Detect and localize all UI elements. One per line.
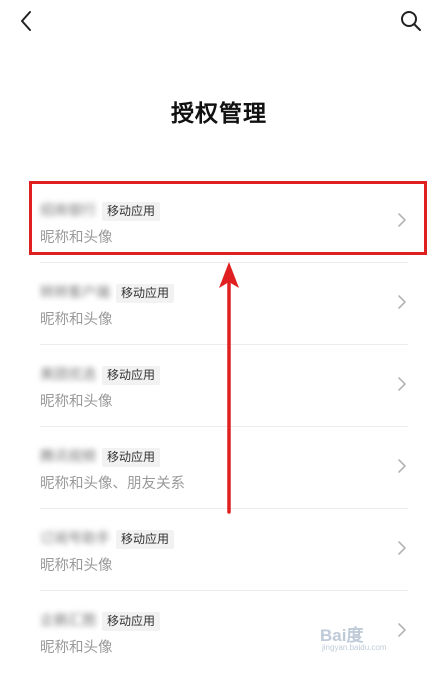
chevron-right-icon [398, 213, 406, 227]
page-title: 授权管理 [171, 101, 267, 127]
app-name: 订阅号助手 [40, 531, 110, 547]
app-type-tag: 移动应用 [116, 529, 175, 549]
app-type-tag: 移动应用 [116, 283, 175, 303]
app-row-header: 美团优选 移动应用 [40, 365, 161, 385]
chevron-right-icon [398, 623, 406, 637]
authorized-app-list: 招商银行 移动应用 昵称和头像 转转客户端 移动应用 昵称和头像 美团优选 移动… [0, 181, 438, 672]
search-button[interactable] [396, 6, 426, 36]
app-row-header: 腾讯视频 移动应用 [40, 447, 161, 467]
app-row-header: 企鹅汇图 移动应用 [40, 611, 161, 631]
app-name: 腾讯视频 [40, 449, 96, 465]
chevron-right-icon [398, 295, 406, 309]
app-name: 企鹅汇图 [40, 613, 96, 629]
list-item[interactable]: 招商银行 移动应用 昵称和头像 [40, 181, 408, 262]
permission-text: 昵称和头像、朋友关系 [40, 476, 185, 492]
app-row-header: 转转客户端 移动应用 [40, 283, 175, 303]
app-type-tag: 移动应用 [102, 447, 161, 467]
permission-text: 昵称和头像 [40, 394, 113, 410]
list-item[interactable]: 订阅号助手 移动应用 昵称和头像 [40, 508, 408, 590]
app-type-tag: 移动应用 [102, 365, 161, 385]
chevron-left-icon [21, 11, 31, 31]
chevron-right-icon [398, 459, 406, 473]
permission-text: 昵称和头像 [40, 640, 113, 656]
search-icon [401, 11, 421, 31]
back-button[interactable] [12, 6, 42, 36]
chevron-right-icon [398, 541, 406, 555]
app-name: 招商银行 [40, 203, 96, 219]
permission-text: 昵称和头像 [40, 558, 113, 574]
app-name: 转转客户端 [40, 285, 110, 301]
app-type-tag: 移动应用 [102, 611, 161, 631]
list-item[interactable]: 腾讯视频 移动应用 昵称和头像、朋友关系 [40, 426, 408, 508]
permission-text: 昵称和头像 [40, 230, 113, 246]
app-row-header: 订阅号助手 移动应用 [40, 529, 175, 549]
app-row-header: 招商银行 移动应用 [40, 201, 161, 221]
chevron-right-icon [398, 377, 406, 391]
permission-text: 昵称和头像 [40, 312, 113, 328]
app-type-tag: 移动应用 [102, 201, 161, 221]
app-name: 美团优选 [40, 367, 96, 383]
list-item[interactable]: 转转客户端 移动应用 昵称和头像 [40, 262, 408, 344]
list-item[interactable]: 美团优选 移动应用 昵称和头像 [40, 344, 408, 426]
top-bar [0, 0, 438, 44]
list-item[interactable]: 企鹅汇图 移动应用 昵称和头像 [40, 590, 408, 672]
